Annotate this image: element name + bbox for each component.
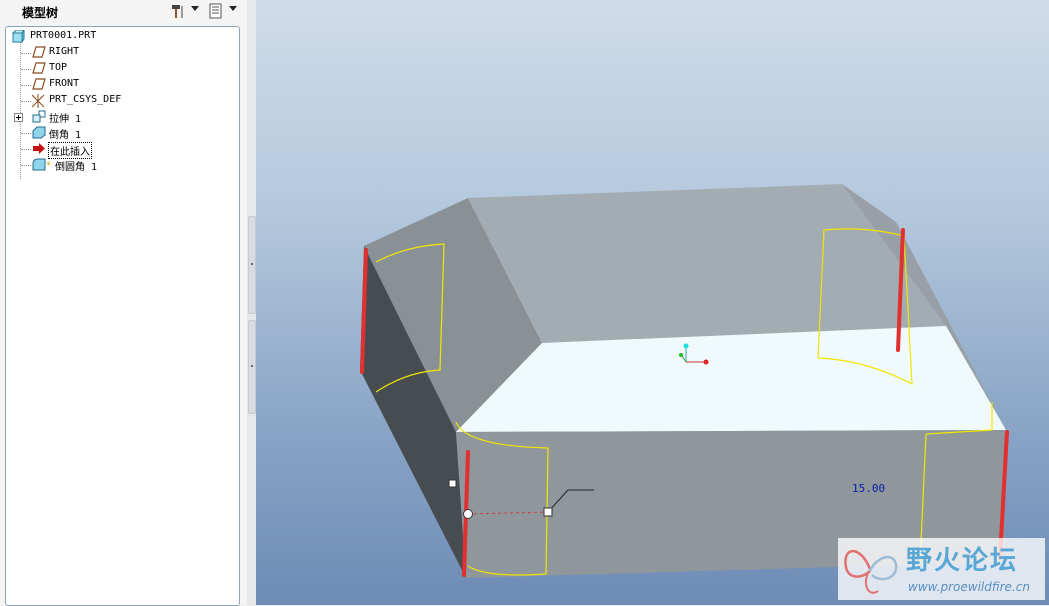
tree-item-label: PRT_CSYS_DEF: [49, 94, 122, 105]
tree-item-front[interactable]: FRONT: [6, 77, 236, 93]
tree-item-label: 倒圆角 1: [55, 162, 98, 173]
list-settings-icon[interactable]: [206, 2, 226, 20]
forum-watermark: 野火论坛 www.proewildfire.cn: [838, 538, 1045, 600]
regen-star-icon: ✳: [46, 159, 52, 169]
coordinate-system-icon: [30, 94, 45, 108]
drag-handle[interactable]: [543, 507, 553, 517]
watermark-title: 野火论坛: [906, 546, 1019, 576]
tree-item-insert-here[interactable]: 在此插入: [6, 141, 236, 159]
chamfer-icon: [32, 126, 46, 139]
tree-item-label: TOP: [49, 62, 68, 73]
tree-item-label: PRT0001.PRT: [30, 30, 97, 41]
splitter-grip[interactable]: [248, 216, 256, 314]
tree-item-top[interactable]: TOP: [6, 61, 236, 77]
part-icon: [11, 28, 26, 44]
display-dropdown-caret[interactable]: [229, 6, 237, 11]
tree-item-csys[interactable]: PRT_CSYS_DEF: [6, 93, 236, 109]
expand-icon[interactable]: [14, 113, 23, 122]
tree-item-round[interactable]: ✳ 倒圆角 1: [6, 157, 236, 173]
datum-plane-icon: [32, 62, 46, 75]
tree-item-label: 拉伸 1: [49, 114, 82, 125]
tree-item-extrude[interactable]: 拉伸 1: [6, 109, 236, 125]
hammer-wrench-icon[interactable]: [168, 2, 188, 20]
tree-item-chamfer[interactable]: 倒角 1: [6, 125, 236, 141]
graphics-viewport[interactable]: 15.00: [256, 0, 1049, 605]
round-icon: [32, 158, 46, 171]
datum-plane-icon: [32, 46, 46, 59]
watermark-url: www.proewildfire.cn: [908, 580, 1030, 594]
model-3d-view[interactable]: [256, 0, 1049, 605]
model-tree-panel: 模型树 PRT0001.PRT RIGHT TOP FRONT PRT_CSYS…: [0, 0, 247, 606]
tree-item-label: 倒角 1: [49, 130, 82, 141]
tree-item-part[interactable]: PRT0001.PRT: [6, 28, 236, 45]
splitter-grip[interactable]: [248, 320, 256, 414]
model-tree[interactable]: PRT0001.PRT RIGHT TOP FRONT PRT_CSYS_DEF…: [5, 26, 240, 606]
insert-here-arrow-icon: [32, 142, 46, 155]
drag-handle-circle[interactable]: [463, 509, 473, 519]
dimension-value[interactable]: 15.00: [852, 482, 885, 495]
extrude-icon: [32, 110, 46, 123]
model-tree-header: 模型树: [0, 0, 247, 24]
butterfly-logo-icon: [844, 550, 898, 594]
tools-dropdown-caret[interactable]: [191, 6, 199, 11]
drag-handle[interactable]: [448, 479, 457, 488]
tree-item-right[interactable]: RIGHT: [6, 45, 236, 61]
panel-title: 模型树: [22, 6, 59, 20]
panel-splitter[interactable]: [247, 0, 256, 605]
tree-item-label: RIGHT: [49, 46, 80, 57]
datum-plane-icon: [32, 78, 46, 91]
tree-item-label: FRONT: [49, 78, 80, 89]
